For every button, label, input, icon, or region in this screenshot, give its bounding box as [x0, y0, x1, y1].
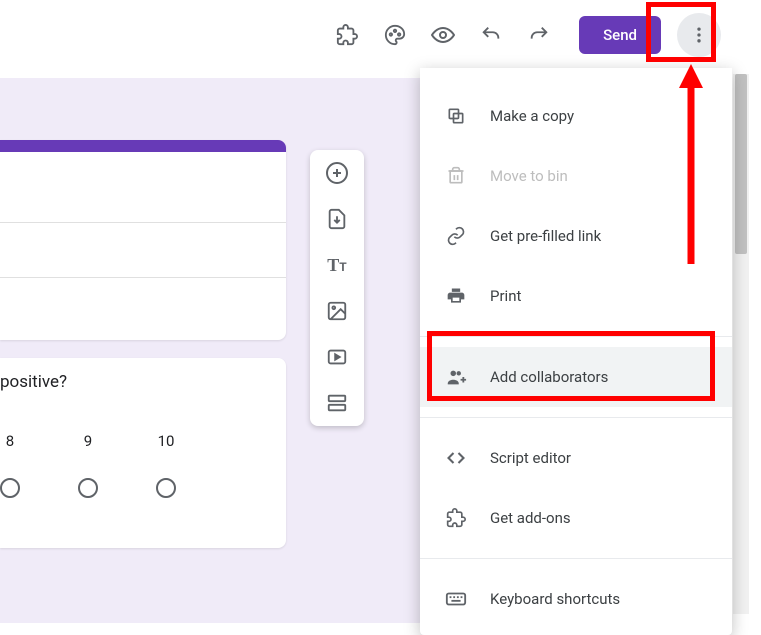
- puzzle-icon: [336, 24, 358, 46]
- menu-move-to-bin: Move to bin: [420, 146, 732, 206]
- menu-item-label: Get add-ons: [490, 509, 571, 527]
- link-icon: [444, 224, 468, 248]
- more-options-menu: Make a copy Move to bin Get pre-filled l…: [420, 68, 732, 635]
- linear-scale: 8 9 10: [0, 432, 286, 498]
- menu-divider: [420, 417, 732, 418]
- add-image-button[interactable]: [324, 298, 350, 324]
- addons-icon-button[interactable]: [327, 15, 367, 55]
- menu-divider: [420, 558, 732, 559]
- question-card[interactable]: positive? 8 9 10: [0, 358, 286, 548]
- people-add-icon: [444, 365, 468, 389]
- menu-script-editor[interactable]: Script editor: [420, 428, 732, 488]
- undo-icon: [480, 24, 502, 46]
- keyboard-icon: [444, 587, 468, 611]
- redo-icon-button[interactable]: [519, 15, 559, 55]
- import-questions-button[interactable]: [324, 206, 350, 232]
- menu-item-label: Script editor: [490, 449, 571, 467]
- add-section-button[interactable]: [324, 390, 350, 416]
- form-header-card[interactable]: [0, 140, 286, 340]
- menu-item-label: Move to bin: [490, 167, 568, 185]
- trash-icon: [444, 164, 468, 188]
- scale-option[interactable]: 9: [78, 432, 98, 498]
- menu-item-label: Keyboard shortcuts: [490, 590, 620, 608]
- redo-icon: [528, 24, 550, 46]
- eye-icon: [431, 23, 455, 47]
- print-icon: [444, 284, 468, 308]
- more-options-button[interactable]: [677, 13, 721, 57]
- theme-icon-button[interactable]: [375, 15, 415, 55]
- puzzle-icon: [444, 506, 468, 530]
- scale-option[interactable]: 8: [0, 432, 20, 498]
- menu-divider: [420, 336, 732, 337]
- radio-icon[interactable]: [78, 478, 98, 498]
- form-accent-bar: [0, 140, 286, 152]
- palette-icon: [384, 24, 406, 46]
- menu-make-copy[interactable]: Make a copy: [420, 86, 732, 146]
- send-button[interactable]: Send: [579, 16, 661, 54]
- add-title-button[interactable]: TT: [324, 252, 350, 278]
- copy-icon: [444, 104, 468, 128]
- menu-keyboard-shortcuts[interactable]: Keyboard shortcuts: [420, 569, 732, 629]
- question-text: positive?: [0, 372, 286, 392]
- top-toolbar: Send: [0, 10, 761, 60]
- menu-item-label: Add collaborators: [490, 368, 608, 386]
- preview-icon-button[interactable]: [423, 15, 463, 55]
- file-import-icon: [326, 208, 348, 230]
- menu-print[interactable]: Print: [420, 266, 732, 326]
- menu-prefilled-link[interactable]: Get pre-filled link: [420, 206, 732, 266]
- menu-item-label: Make a copy: [490, 107, 574, 125]
- scale-option[interactable]: 10: [156, 432, 176, 498]
- radio-icon[interactable]: [0, 478, 20, 498]
- plus-circle-icon: [325, 161, 349, 185]
- text-icon: TT: [327, 255, 346, 276]
- undo-icon-button[interactable]: [471, 15, 511, 55]
- add-video-button[interactable]: [324, 344, 350, 370]
- add-question-button[interactable]: [324, 160, 350, 186]
- section-icon: [326, 392, 348, 414]
- floating-toolbar: TT: [310, 150, 364, 426]
- code-icon: [444, 446, 468, 470]
- menu-item-label: Print: [490, 287, 521, 305]
- menu-item-label: Get pre-filled link: [490, 227, 601, 245]
- menu-get-addons[interactable]: Get add-ons: [420, 488, 732, 548]
- radio-icon[interactable]: [156, 478, 176, 498]
- image-icon: [326, 300, 348, 322]
- more-vert-icon: [689, 25, 709, 45]
- vertical-scrollbar[interactable]: [733, 74, 749, 614]
- menu-add-collaborators[interactable]: Add collaborators: [420, 347, 732, 407]
- video-icon: [326, 346, 348, 368]
- scrollbar-thumb[interactable]: [735, 74, 747, 254]
